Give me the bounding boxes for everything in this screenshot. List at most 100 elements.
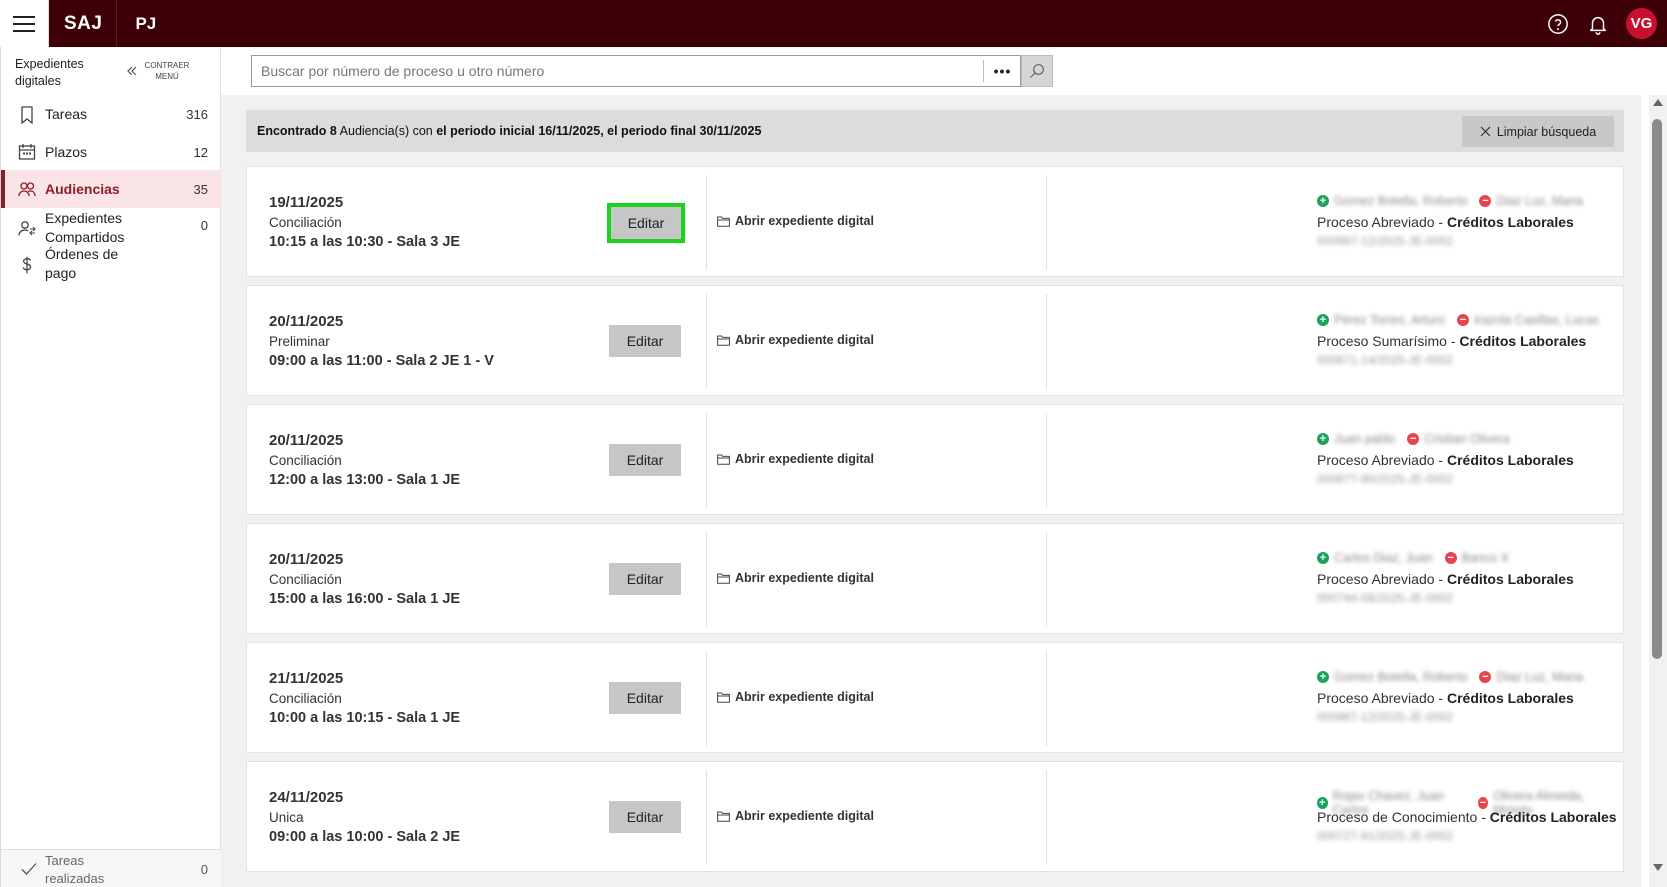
party-plaintiff: Juan pablo (1334, 432, 1396, 446)
edit-button[interactable]: Editar (609, 325, 681, 357)
parties: + Gomez Botella, Roberto − Diaz Luz, Maria (1317, 670, 1595, 684)
edit-button[interactable]: Editar (609, 563, 681, 595)
dollar-icon (22, 256, 32, 274)
hamburger-menu-button[interactable] (0, 0, 49, 47)
case-number: 000987-12/2025-JE-0002 (1317, 710, 1454, 724)
case-number: 000744-06/2025-JE-0002 (1317, 591, 1454, 605)
open-digital-file-link[interactable]: Abrir expediente digital (717, 809, 874, 823)
divider (706, 770, 707, 865)
sidebar-item-count: 316 (186, 107, 208, 122)
sidebar-item-tareas-realizadas[interactable]: Tareas realizadas 0 (1, 849, 221, 887)
plus-circle-icon: + (1317, 433, 1329, 445)
sidebar-item-expedientes-compartidos[interactable]: Expedientes Compartidos 0 (1, 208, 221, 248)
folder-icon (717, 335, 730, 346)
sidebar-item-count: 0 (200, 862, 208, 877)
party-plaintiff: Pérez Torres, Arturo (1334, 313, 1445, 327)
sidebar-item-label: Tareas realizadas (45, 853, 105, 886)
open-digital-file-link[interactable]: Abrir expediente digital (717, 333, 874, 347)
sidebar-item-count: 12 (193, 145, 208, 160)
vertical-scrollbar[interactable] (1649, 95, 1667, 887)
divider (706, 651, 707, 746)
divider (1046, 413, 1047, 508)
brand-logo[interactable]: SAJ (64, 13, 102, 35)
parties: + Juan pablo − Cristian Olivera (1317, 432, 1522, 446)
hearing-date: 24/11/2025 (269, 789, 344, 806)
results-period: el periodo inicial 16/11/2025, el period… (436, 124, 762, 138)
search-box: ••• (251, 55, 1021, 87)
plus-circle-icon: + (1317, 552, 1329, 564)
open-digital-file-label: Abrir expediente digital (735, 809, 874, 823)
sidebar-item-tareas[interactable]: Tareas 316 (1, 97, 221, 131)
sidebar-item-label: Audiencias (45, 181, 120, 197)
process-kind: Proceso Abreviado (1317, 452, 1435, 468)
hearing-card: 20/11/2025 Preliminar 09:00 a las 11:00 … (246, 285, 1624, 396)
open-digital-file-link[interactable]: Abrir expediente digital (717, 214, 874, 228)
process-subject: Créditos Laborales (1446, 452, 1574, 468)
search-icon (1030, 64, 1044, 78)
help-button[interactable] (1538, 0, 1578, 47)
brand-secondary[interactable]: PJ (135, 14, 156, 34)
edit-button[interactable]: Editar (609, 801, 681, 833)
process-kind: Proceso de Conocimiento (1317, 809, 1478, 825)
scrollbar-thumb[interactable] (1652, 119, 1662, 659)
user-avatar[interactable]: VG (1626, 8, 1657, 39)
hearing-card: 20/11/2025 Conciliación 12:00 a las 13:0… (246, 404, 1624, 515)
minus-circle-icon: − (1407, 433, 1420, 445)
clear-search-button[interactable]: Limpiar búsqueda (1462, 116, 1614, 147)
parties: + Gomez Botella, Roberto − Diaz Luz, Maria (1317, 194, 1595, 208)
open-digital-file-label: Abrir expediente digital (735, 452, 874, 466)
edit-button[interactable]: Editar (607, 203, 685, 243)
divider (1046, 651, 1047, 746)
edit-button[interactable]: Editar (609, 682, 681, 714)
open-digital-file-link[interactable]: Abrir expediente digital (717, 690, 874, 704)
process-type: Proceso Sumarísimo - Créditos Laborales (1317, 333, 1587, 349)
open-digital-file-label: Abrir expediente digital (735, 333, 874, 347)
scroll-down-arrow-icon[interactable] (1653, 864, 1663, 871)
folder-icon (717, 454, 730, 465)
divider (1046, 175, 1047, 270)
close-icon (1480, 126, 1491, 137)
open-digital-file-link[interactable]: Abrir expediente digital (717, 571, 874, 585)
process-kind: Proceso Abreviado (1317, 214, 1435, 230)
sidebar-item-plazos[interactable]: Plazos 12 (1, 135, 221, 169)
process-subject: Créditos Laborales (1489, 809, 1617, 825)
sidebar-item-audiencias[interactable]: Audiencias 35 (1, 170, 221, 208)
scroll-up-arrow-icon[interactable] (1653, 99, 1663, 106)
process-type: Proceso Abreviado - Créditos Laborales (1317, 690, 1574, 706)
divider (1046, 532, 1047, 627)
sidebar-title: Expedientes digitales (15, 57, 84, 88)
divider (1046, 294, 1047, 389)
bell-icon (1589, 16, 1607, 35)
sidebar-item-count: 35 (193, 182, 208, 197)
process-kind: Proceso Abreviado (1317, 571, 1435, 587)
minus-circle-icon: − (1479, 195, 1492, 207)
case-number: 000871-14/2025-JE-0002 (1317, 353, 1454, 367)
hearing-card: 24/11/2025 Unica 09:00 a las 10:00 - Sal… (246, 761, 1624, 872)
process-type: Proceso Abreviado - Créditos Laborales (1317, 571, 1574, 587)
hearing-date: 21/11/2025 (269, 670, 344, 687)
search-input[interactable] (252, 56, 982, 86)
check-icon (21, 863, 37, 875)
sidebar-item-label: Tareas (45, 106, 88, 122)
more-options-button[interactable]: ••• (983, 60, 1021, 82)
results-summary: Encontrado 8 Audiencia(s) con el periodo… (257, 124, 761, 138)
edit-button[interactable]: Editar (609, 444, 681, 476)
process-subject: Créditos Laborales (1459, 333, 1587, 349)
sidebar-item-count: 0 (200, 218, 208, 233)
collapse-menu-button[interactable]: CONTRAER MENÚ (125, 60, 191, 82)
search-button[interactable] (1021, 55, 1053, 87)
divider (706, 413, 707, 508)
parties: + Carlos Diaz, Juan − Banco X (1317, 551, 1521, 565)
hearing-time: 09:00 a las 11:00 - Sala 2 JE 1 - V (269, 353, 494, 369)
sidebar-item-ordenes-de-pago[interactable]: Órdenes de pago (1, 245, 221, 285)
process-subject: Créditos Laborales (1446, 571, 1574, 587)
minus-circle-icon: − (1477, 797, 1489, 809)
hearing-type: Conciliación (269, 572, 342, 587)
sidebar-item-label: Plazos (45, 144, 88, 160)
party-defendant: Cristian Olivera (1424, 432, 1510, 446)
double-chevron-left-icon (127, 66, 137, 76)
plus-circle-icon: + (1317, 797, 1328, 809)
divider (1046, 770, 1047, 865)
open-digital-file-link[interactable]: Abrir expediente digital (717, 452, 874, 466)
notifications-button[interactable] (1578, 0, 1618, 47)
